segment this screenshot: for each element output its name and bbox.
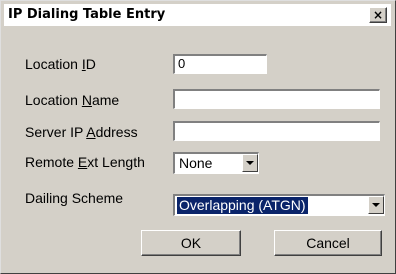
ok-button[interactable]: OK [141,230,241,256]
server-ip-label: Server IP Address [25,124,138,140]
chevron-down-icon[interactable] [368,196,384,214]
server-ip-field[interactable] [173,121,380,141]
chevron-down-icon[interactable] [242,154,258,172]
dialog-title: IP Dialing Table Entry [8,7,166,22]
dialog-window: IP Dialing Table Entry × Location ID 0 L… [0,0,396,274]
dialing-scheme-value: Overlapping (ATGN) [177,197,308,214]
remote-ext-length-label: Remote Ext Length [25,154,145,170]
dialing-scheme-select[interactable]: Overlapping (ATGN) [173,194,385,216]
location-name-label: Location Name [25,92,120,108]
location-name-field[interactable] [173,89,380,109]
title-bar: IP Dialing Table Entry × [4,4,391,26]
remote-ext-length-value: None [179,155,213,171]
location-id-field[interactable]: 0 [173,54,267,74]
dialing-scheme-label: Dailing Scheme [25,190,124,206]
close-button[interactable]: × [369,7,387,23]
cancel-button[interactable]: Cancel [274,230,382,256]
location-id-label: Location ID [25,56,96,72]
remote-ext-length-select[interactable]: None [173,152,259,174]
